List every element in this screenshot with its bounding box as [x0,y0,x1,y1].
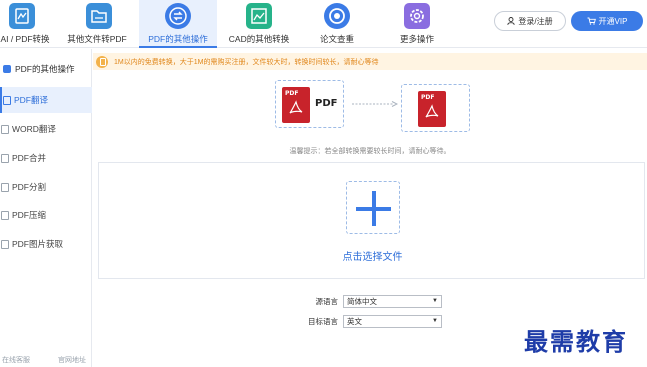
sidebar-footer: 在线客服 官网地址 [0,355,92,365]
source-format-label: PDF [315,98,338,109]
login-label: 登录/注册 [518,16,553,26]
chevron-down-icon: ▼ [432,298,438,304]
sidebar-item-pdf-merge[interactable]: PDF合并 [0,145,92,171]
notice-bar: 1M以内的免费转换，大于1M的需购买注册，文件较大时，转换时间较长，请耐心等待 [93,53,647,70]
target-language-select[interactable]: 英文 ▼ [343,314,442,328]
source-language-select[interactable]: 简体中文 ▼ [343,294,442,308]
tool-cad-other[interactable]: CAD的其他转换 [222,0,296,48]
sidebar-header: PDF的其他操作 [0,57,92,81]
document-icon [1,153,9,163]
check-icon [324,3,350,29]
sidebar-item-word-translate[interactable]: WORD翻译 [0,116,92,142]
sidebar-item-pdf-translate[interactable]: PDF翻译 [0,87,92,113]
select-file-label[interactable]: 点击选择文件 [99,248,646,263]
sidebar-item-pdf-split[interactable]: PDF分割 [0,174,92,200]
tool-file-to-pdf[interactable]: 其他文件转PDF [60,0,134,48]
sidebar-item-label: PDF图片获取 [12,239,64,249]
source-language-label: 源语言 [315,296,339,306]
user-icon [507,17,516,25]
tip-text: 温馨提示：若全部转换需要较长时间，请耐心等待。 [289,148,451,155]
login-button[interactable]: 登录/注册 [494,11,566,31]
document-icon [1,124,9,134]
notice-icon [96,55,108,68]
tool-pdf-other[interactable]: PDF的其他操作 [139,0,217,48]
tool-label: 更多操作 [399,34,434,44]
sidebar-item-pdf-image-extract[interactable]: PDF图片获取 [0,231,92,257]
pdf-file-icon: PDF [282,87,310,123]
tool-label: 论文查重 [319,34,354,44]
notice-text: 1M以内的免费转换，大于1M的需购买注册，文件较大时，转换时间较长，请耐心等待 [114,58,379,66]
plus-icon-stem [372,191,376,226]
category-icon [3,65,11,73]
sidebar-item-label: PDF翻译 [14,95,49,105]
tool-label: PDF的其他操作 [148,34,208,44]
source-language-row: 源语言 简体中文 ▼ [296,294,442,308]
ai-pdf-icon [9,3,35,29]
sidebar-item-pdf-compress[interactable]: PDF压缩 [0,202,92,228]
document-icon [1,239,9,249]
folder-icon [86,3,112,29]
tool-ai-pdf[interactable]: AI / PDF转换 [0,0,50,48]
pdf-file-icon: PDF [418,91,446,127]
gear-icon [404,3,430,29]
sidebar-header-label: PDF的其他操作 [15,64,75,74]
arrow-right-icon [352,101,398,107]
document-icon [1,210,9,220]
sidebar: PDF的其他操作 PDF翻译 WORD翻译 PDF合并 PDF分割 PDF压缩 … [0,49,92,367]
target-language-value: 英文 [347,316,362,326]
tool-thesis-check[interactable]: 论文查重 [304,0,370,48]
target-language-row: 目标语言 英文 ▼ [296,314,442,328]
upload-area[interactable]: 点击选择文件 [98,162,645,279]
add-file-button[interactable] [346,181,400,234]
chevron-down-icon: ▼ [432,318,438,324]
document-icon [1,182,9,192]
sidebar-item-label: PDF分割 [12,182,47,192]
image-icon [246,3,272,29]
pdf-badge: PDF [285,90,299,97]
tool-more[interactable]: 更多操作 [384,0,450,48]
source-file-box: PDF PDF [275,80,344,128]
online-service-link[interactable]: 在线客服 [2,355,30,365]
sidebar-item-label: PDF合并 [12,153,47,163]
tool-label: 其他文件转PDF [67,34,127,44]
source-language-value: 简体中文 [347,296,377,306]
transfer-icon [165,3,191,29]
official-site-link[interactable]: 官网地址 [58,355,86,365]
tool-label: CAD的其他转换 [228,34,290,44]
vip-label: 开通VIP [598,16,628,26]
watermark: 最需教育 [524,327,628,356]
target-language-label: 目标语言 [308,316,338,326]
top-toolbar: AI / PDF转换 其他文件转PDF PDF的其他操作 CAD的其他转换 论文… [0,0,647,48]
cart-icon [587,17,596,25]
sidebar-item-label: WORD翻译 [12,124,56,134]
pdf-badge: PDF [421,94,435,101]
target-file-box: PDF [401,84,470,132]
vip-button[interactable]: 开通VIP [571,11,643,31]
tool-label: AI / PDF转换 [0,34,50,44]
sidebar-item-label: PDF压缩 [12,210,47,220]
document-icon [3,95,11,105]
